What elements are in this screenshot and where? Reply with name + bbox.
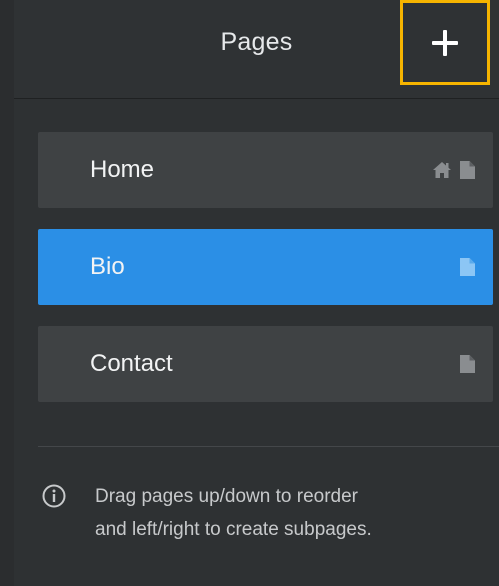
page-icon xyxy=(460,161,475,179)
page-item-label: Contact xyxy=(90,350,173,377)
hint-line-2: and left/right to create subpages. xyxy=(95,519,372,540)
pages-header: Pages xyxy=(14,0,499,99)
page-item-label: Bio xyxy=(90,253,125,280)
plus-icon xyxy=(432,29,458,56)
page-item-contact[interactable]: Contact xyxy=(38,326,493,402)
info-icon xyxy=(42,484,66,508)
pages-list: Home Bio Contact xyxy=(38,132,493,423)
hint-line-1: Drag pages up/down to reorder xyxy=(95,486,358,507)
pages-panel: Pages Home Bio Contact Drag pages up/dow… xyxy=(14,0,499,586)
page-item-bio[interactable]: Bio xyxy=(38,229,493,305)
divider xyxy=(38,446,499,447)
page-item-home[interactable]: Home xyxy=(38,132,493,208)
page-icon xyxy=(460,355,475,373)
add-page-button[interactable] xyxy=(400,0,490,85)
page-icon xyxy=(460,258,475,276)
hint-text: Drag pages up/down to reorder and left/r… xyxy=(95,480,495,546)
page-item-label: Home xyxy=(90,156,155,183)
home-icon xyxy=(432,161,452,179)
